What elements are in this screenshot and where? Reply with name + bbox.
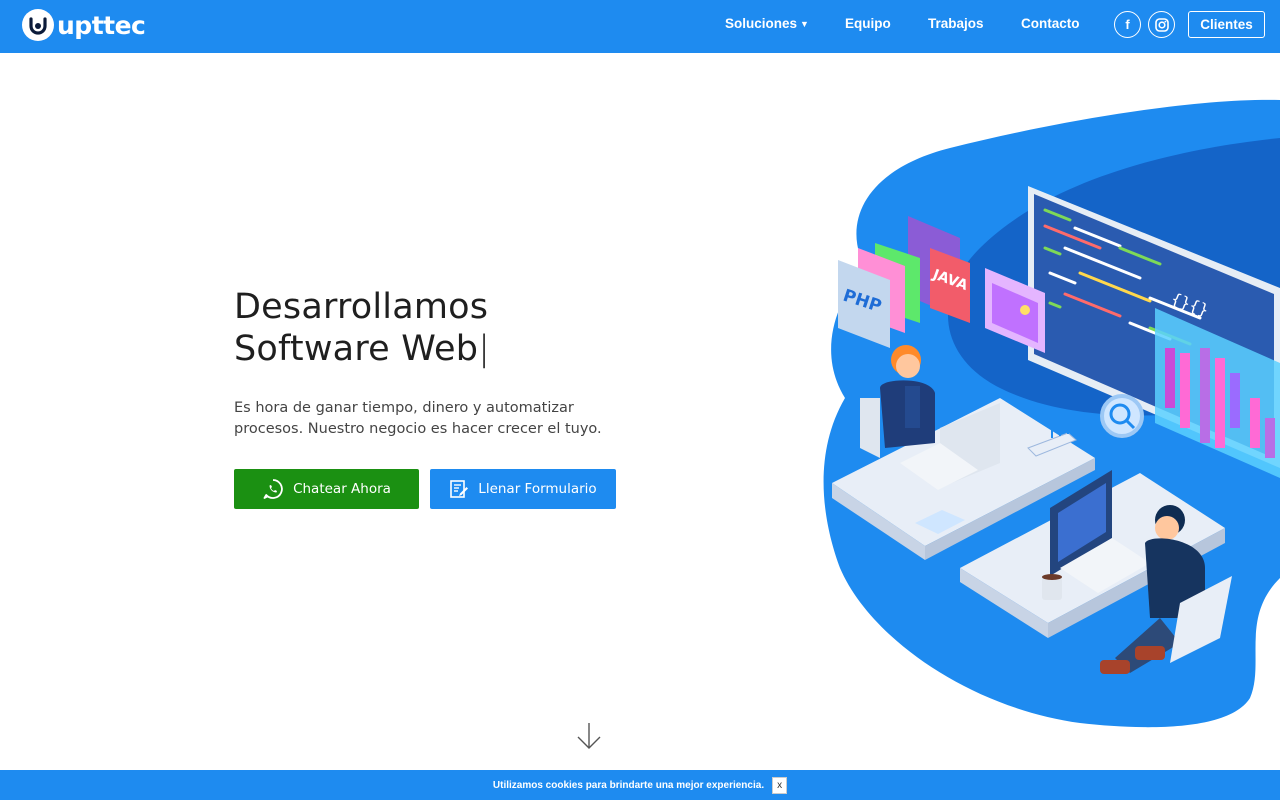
instagram-icon: [1154, 17, 1169, 32]
hero-illustration: {}{} JAVA PHP: [820, 98, 1280, 738]
fill-form-button[interactable]: Llenar Formulario: [430, 469, 616, 509]
hero-title: Desarrollamos Software Web|: [234, 286, 654, 370]
whatsapp-icon: [262, 478, 284, 500]
chat-now-button[interactable]: Chatear Ahora: [234, 469, 419, 509]
cookie-bar: Utilizamos cookies para brindarte una me…: [0, 770, 1280, 800]
hero-title-line2: Software Web|: [234, 328, 654, 370]
nav-trabajos[interactable]: Trabajos: [928, 16, 984, 31]
form-icon: [449, 479, 469, 499]
hero-title-line1: Desarrollamos: [234, 287, 489, 327]
brand-name: upttec: [57, 10, 146, 40]
magnifier-icon: [1100, 394, 1144, 438]
hero-title-line2-text: Software Web: [234, 329, 479, 369]
chat-now-label: Chatear Ahora: [293, 481, 391, 497]
nav-equipo[interactable]: Equipo: [845, 16, 891, 31]
brand-logo[interactable]: upttec: [22, 9, 146, 41]
facebook-icon: f: [1125, 17, 1130, 32]
navbar: upttec Soluciones ▼ Equipo Trabajos Conta…: [0, 0, 1280, 53]
u-logo-icon: [22, 9, 54, 41]
fill-form-label: Llenar Formulario: [478, 481, 597, 497]
clientes-button[interactable]: Clientes: [1188, 11, 1265, 38]
instagram-button[interactable]: [1148, 11, 1175, 38]
nav-contacto[interactable]: Contacto: [1021, 16, 1080, 31]
facebook-button[interactable]: f: [1114, 11, 1141, 38]
cookie-text: Utilizamos cookies para brindarte una me…: [492, 779, 765, 791]
cookie-close-button[interactable]: x: [772, 776, 788, 794]
caret-down-icon: ▼: [800, 19, 809, 29]
hero-subtitle: Es hora de ganar tiempo, dinero y automa…: [234, 398, 654, 440]
arrow-down-icon[interactable]: [576, 722, 602, 754]
nav-soluciones[interactable]: Soluciones ▼: [725, 16, 809, 31]
hero-subtitle-line2: procesos. Nuestro negocio es hacer crece…: [234, 421, 602, 437]
typing-cursor: |: [478, 329, 491, 369]
nav-soluciones-label: Soluciones: [725, 16, 798, 31]
hero-subtitle-line1: Es hora de ganar tiempo, dinero y automa…: [234, 400, 574, 416]
